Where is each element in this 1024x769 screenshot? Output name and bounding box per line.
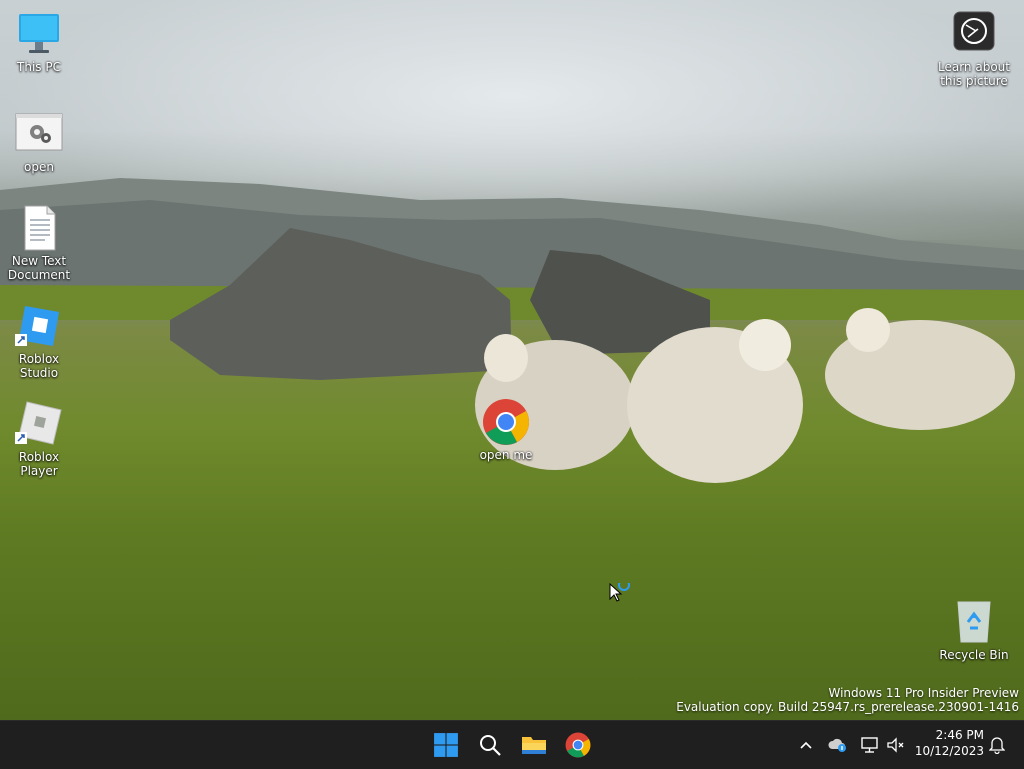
desktop-icon-label: New Text Document [7, 254, 71, 282]
recycle-bin-icon [950, 598, 998, 646]
desktop-icon-label: open me [479, 448, 533, 462]
show-hidden-icons-button[interactable] [796, 721, 816, 769]
notifications-button[interactable] [986, 721, 1008, 769]
file-explorer-button[interactable] [514, 725, 554, 765]
desktop-icon-label: Roblox Studio [18, 352, 60, 380]
search-button[interactable] [470, 725, 510, 765]
watermark-edition: Windows 11 Pro Insider Preview [828, 686, 1019, 700]
clock-date: 10/12/2023 [914, 744, 984, 758]
desktop-icon-recycle-bin[interactable]: Recycle Bin [936, 598, 1012, 662]
desktop-icon-this-pc[interactable]: This PC [1, 10, 77, 74]
cloud-status-icon [828, 738, 846, 752]
desktop-icon-label: open [24, 160, 54, 174]
wallpaper-rocks [170, 228, 1015, 483]
volume-tray-button[interactable] [884, 721, 908, 769]
desktop-icon-label: Roblox Player [18, 450, 60, 478]
chrome-icon [482, 398, 530, 446]
monitor-icon [15, 10, 63, 58]
camera-info-icon [950, 10, 998, 58]
mouse-cursor [609, 579, 635, 613]
folder-icon [522, 737, 546, 754]
desktop-icon-new-text-document[interactable]: New Text Document [1, 204, 77, 282]
desktop-icon-roblox-studio[interactable]: Roblox Studio [1, 302, 77, 380]
desktop-wallpaper [0, 0, 1024, 720]
settings-shortcut-icon [15, 110, 63, 158]
windows-logo-icon [434, 733, 458, 757]
onedrive-tray-button[interactable] [826, 721, 850, 769]
desktop-icon-label: This PC [17, 60, 61, 74]
desktop-icon-label: Learn about this picture [938, 60, 1010, 88]
desktop-icon-label: Recycle Bin [939, 648, 1009, 662]
search-icon [480, 735, 501, 756]
chevron-up-icon [800, 741, 812, 749]
roblox-player-icon [15, 400, 63, 448]
chrome-icon [565, 732, 591, 758]
roblox-studio-icon [15, 302, 63, 350]
chrome-taskbar-button[interactable] [558, 725, 598, 765]
windows-watermark: Windows 11 Pro Insider Preview Evaluatio… [676, 686, 1019, 714]
desktop-icon-open-me[interactable]: open me [468, 398, 544, 462]
bell-icon [989, 737, 1005, 754]
desktop-icon-open[interactable]: open [1, 110, 77, 174]
desktop-icon-roblox-player[interactable]: Roblox Player [1, 400, 77, 478]
network-tray-button[interactable] [858, 721, 882, 769]
taskbar: 2:46 PM 10/12/2023 [0, 720, 1024, 769]
start-button[interactable] [426, 725, 466, 765]
clock-time: 2:46 PM [935, 728, 984, 742]
watermark-build: Evaluation copy. Build 25947.rs_prerelea… [676, 700, 1019, 714]
desktop-icon-learn-about-picture[interactable]: Learn about this picture [936, 10, 1012, 88]
network-icon [861, 737, 878, 753]
volume-muted-icon [887, 737, 904, 753]
text-document-icon [15, 204, 63, 252]
taskbar-clock[interactable]: 2:46 PM 10/12/2023 [915, 727, 984, 759]
